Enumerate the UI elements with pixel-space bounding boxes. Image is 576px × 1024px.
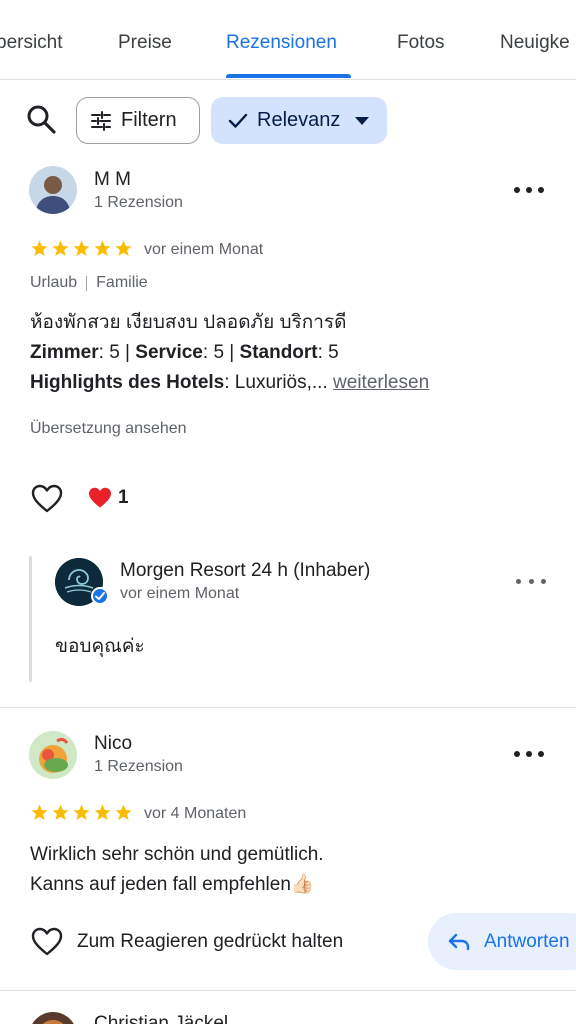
reviewer-review-count: 1 Rezension — [94, 194, 183, 211]
search-button[interactable] — [24, 102, 58, 136]
tab-reviews[interactable]: Rezensionen — [226, 32, 337, 54]
red-heart-icon — [89, 487, 111, 508]
review-date: vor einem Monat — [144, 241, 264, 258]
star-rating — [30, 239, 133, 258]
react-hint-label[interactable]: Zum Reagieren gedrückt halten — [77, 927, 343, 957]
sort-label: Relevanz — [257, 109, 341, 131]
review-date: vor 4 Monaten — [144, 805, 247, 822]
heart-outline-icon — [31, 927, 63, 956]
sort-relevance-button[interactable]: Relevanz — [211, 97, 387, 144]
verified-badge-icon — [91, 587, 109, 605]
star-icon — [73, 240, 90, 257]
reply-label: Antworten — [484, 930, 570, 952]
star-icon — [52, 240, 69, 257]
reviewer-avatar[interactable] — [29, 166, 77, 214]
rating-label-service: Service — [135, 342, 203, 363]
tune-icon — [91, 110, 111, 131]
star-icon — [73, 804, 90, 821]
reaction-count: 1 — [118, 487, 129, 508]
rating-label-location: Standort — [239, 342, 318, 363]
review-text-line: Wirklich sehr schön und gemütlich. — [30, 844, 324, 865]
star-icon — [115, 240, 132, 257]
search-icon — [27, 105, 56, 134]
tab-bar: bersicht Preise Rezensionen Fotos Neuigk… — [0, 0, 576, 80]
trip-tags: Urlaub Familie — [30, 274, 148, 292]
reviewer-name[interactable]: M M — [94, 169, 131, 191]
react-heart-button[interactable] — [31, 484, 63, 514]
filter-label: Filtern — [121, 109, 177, 131]
filter-button[interactable]: Filtern — [76, 97, 200, 144]
rating-value-location: : 5 — [317, 342, 339, 363]
review-divider — [0, 990, 576, 991]
heart-outline-icon — [31, 484, 63, 513]
reviewer-avatar[interactable] — [29, 1012, 77, 1024]
highlights-label: Highlights des Hotels — [30, 372, 225, 393]
react-heart-button[interactable] — [31, 927, 63, 957]
review-category-ratings: Zimmer: 5 | Service: 5 | Standort: 5 — [30, 338, 339, 368]
review-divider — [0, 707, 576, 708]
tag-trip-type: Urlaub — [30, 274, 78, 291]
star-icon — [115, 804, 132, 821]
see-translation-link[interactable]: Übersetzung ansehen — [30, 420, 187, 438]
rating-value-service: : 5 | — [202, 342, 240, 363]
owner-reply-more-options-button[interactable] — [516, 576, 546, 586]
reviewer-name[interactable]: Nico — [94, 733, 132, 755]
review-text-line: ห้องพักสวย เงียบสงบ ปลอดภัย บริการดี — [30, 312, 347, 333]
reply-arrow-icon — [448, 933, 470, 950]
reviewer-avatar[interactable] — [29, 731, 77, 779]
reaction-summary[interactable]: 1 — [88, 487, 129, 509]
review-more-options-button[interactable] — [514, 185, 544, 195]
active-tab-indicator — [226, 74, 351, 78]
star-icon — [31, 804, 48, 821]
owner-reply-date: vor einem Monat — [120, 585, 240, 602]
reply-button[interactable]: Antworten — [428, 913, 576, 970]
owner-reply-bar — [29, 556, 32, 682]
star-icon — [94, 804, 111, 821]
star-icon — [52, 804, 69, 821]
star-icon — [31, 240, 48, 257]
tab-overview[interactable]: bersicht — [0, 32, 63, 54]
tab-photos[interactable]: Fotos — [397, 32, 445, 54]
tab-prices[interactable]: Preise — [118, 32, 172, 54]
rating-label-room: Zimmer — [30, 342, 99, 363]
star-rating — [30, 803, 133, 822]
reviewer-name[interactable]: Christian Jäckel — [94, 1013, 228, 1024]
dropdown-arrow-icon — [355, 116, 370, 125]
owner-name: Morgen Resort 24 h (Inhaber) — [120, 560, 371, 581]
review-highlights: Highlights des Hotels: Luxuriös,... weit… — [30, 368, 429, 398]
review-text-line: Kanns auf jeden fall empfehlen👍🏻 — [30, 874, 315, 895]
owner-reply-text: ขอบคุณค่ะ — [55, 636, 145, 657]
review-more-options-button[interactable] — [514, 749, 544, 759]
star-icon — [94, 240, 111, 257]
reviewer-review-count: 1 Rezension — [94, 758, 183, 775]
highlights-value: : Luxuriös,... — [224, 372, 334, 393]
tag-separator — [86, 275, 88, 291]
tab-news[interactable]: Neuigke — [500, 32, 570, 54]
tag-travel-group: Familie — [96, 274, 148, 291]
read-more-link[interactable]: weiterlesen — [333, 372, 429, 393]
check-icon — [228, 113, 248, 128]
rating-value-room: : 5 | — [98, 342, 136, 363]
